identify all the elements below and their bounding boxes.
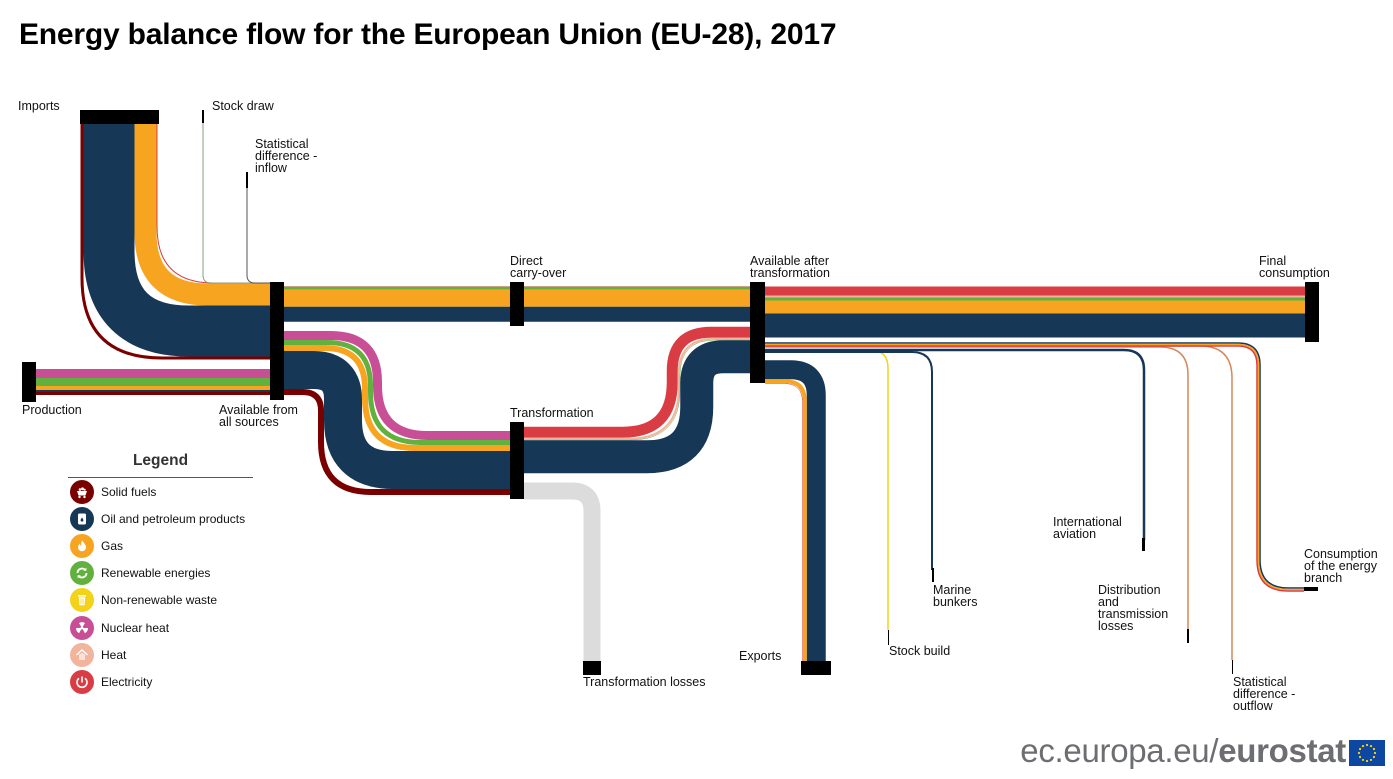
flow-exports-oil-band [765,360,826,662]
flow-stat-diff-in-line [246,188,270,284]
node-label-transformation-losses: Transformation losses [583,675,706,689]
legend-label: Gas [101,538,124,553]
legend-item-nuclear: Nuclear heat [70,614,253,641]
oil-barrel-icon [70,506,94,531]
node-production [22,362,36,402]
node-available-after [750,282,765,383]
flag-star [1373,751,1377,755]
node-energy-branch [1304,587,1318,591]
node-stat-diff-in [246,172,248,188]
flow-exports-gas-band [765,379,807,662]
footer-site-brand: eurostat [1218,732,1346,769]
flag-star [1358,747,1362,751]
recycle-arrows-icon [70,561,94,586]
flag-star [1365,759,1369,763]
node-label-exports: Exports [739,649,782,663]
legend-title: Legend [68,452,253,478]
heat-house-icon [70,642,94,667]
legend-label: Nuclear heat [101,620,170,635]
node-label-statistical-difference-outflow: Statistical difference - outflow [1233,675,1296,713]
flow-energy-branch-oil-line [765,342,1304,589]
node-transformation-losses [583,661,601,675]
legend-item-electricity: Electricity [70,668,253,695]
flag-star [1372,747,1376,751]
node-label-final-consumption: Final consumption [1259,254,1330,280]
node-exports [801,661,831,675]
node-label-stock-build: Stock build [889,644,951,658]
flow-stock-build-line [765,349,889,630]
node-imports [80,110,159,124]
flag-star [1361,758,1365,762]
flag-star [1357,751,1361,755]
flag-star [1369,744,1373,748]
flame-icon [70,533,94,558]
node-label-marine-bunkers: Marine bunkers [933,583,978,609]
node-available-all [270,282,284,400]
legend-label: Electricity [101,674,153,689]
node-label-available-from-all-sources: Available from all sources [219,403,298,429]
legend-item-gas: Gas [70,532,253,559]
node-final-consumption [1305,282,1319,342]
power-plug-icon [70,669,94,694]
node-label-international-aviation: International aviation [1053,515,1122,541]
eurostat-footer: ec.europa.eu/eurostat [1020,732,1346,770]
legend-item-solid-fuels: Solid fuels [70,478,253,505]
legend-label: Solid fuels [101,484,157,499]
flag-star [1361,744,1365,748]
legend-label: Oil and petroleum products [101,511,246,526]
node-label-transformation: Transformation [510,406,594,420]
node-label-available-after-transformation: Available after transformation [750,254,830,280]
flow-energy-branch-gas-line [765,343,1304,591]
node-intl-aviation [1142,538,1145,551]
eu-flag-icon [1349,740,1385,766]
flag-star [1365,743,1369,747]
mine-cart-icon [70,479,94,504]
node-stock-build [888,630,889,645]
flow-to-transformation-oil-band [284,351,510,489]
flag-star [1369,758,1373,762]
legend-label: Heat [101,647,127,662]
flow-imports-gas-band [134,123,270,306]
flow-marine-bunkers-line [765,351,933,570]
node-marine-bunkers [932,568,934,582]
node-label-distribution-losses: Distribution and transmission losses [1098,583,1169,633]
flag-star [1372,755,1376,759]
footer-site-prefix: ec.europa.eu/ [1020,732,1219,769]
node-transformation [510,422,524,499]
flow-energy-branch-electricity-line [765,345,1304,592]
legend-label: Renewable energies [101,566,211,581]
node-label-direct-carry-over: Direct carry-over [510,254,567,280]
trash-bin-icon [70,588,94,613]
flow-transformation-losses-band [524,482,601,662]
legend: Legend Solid fuels Oil and petroleum pro… [68,452,253,696]
node-distribution-losses [1187,629,1189,643]
legend-label: Non-renewable waste [101,593,218,608]
flag-star [1358,755,1362,759]
node-label-statistical-difference-inflow: Statistical difference - inflow [255,137,318,175]
legend-item-waste: Non-renewable waste [70,587,253,614]
node-label-imports: Imports [18,99,60,113]
legend-item-heat: Heat [70,641,253,668]
node-stock-draw [202,110,204,123]
legend-item-renewables: Renewable energies [70,560,253,587]
node-label-energy-branch: Consumption of the energy branch [1304,547,1378,585]
legend-item-oil: Oil and petroleum products [70,505,253,532]
flow-imports-electricity-band [156,123,270,284]
flow-exports-electricity-band [765,383,803,662]
radiation-icon [70,615,94,640]
node-direct-carry [510,282,524,326]
node-label-stock-draw: Stock draw [212,99,274,113]
node-stat-diff-out [1232,660,1233,674]
node-label-production: Production [22,403,82,417]
